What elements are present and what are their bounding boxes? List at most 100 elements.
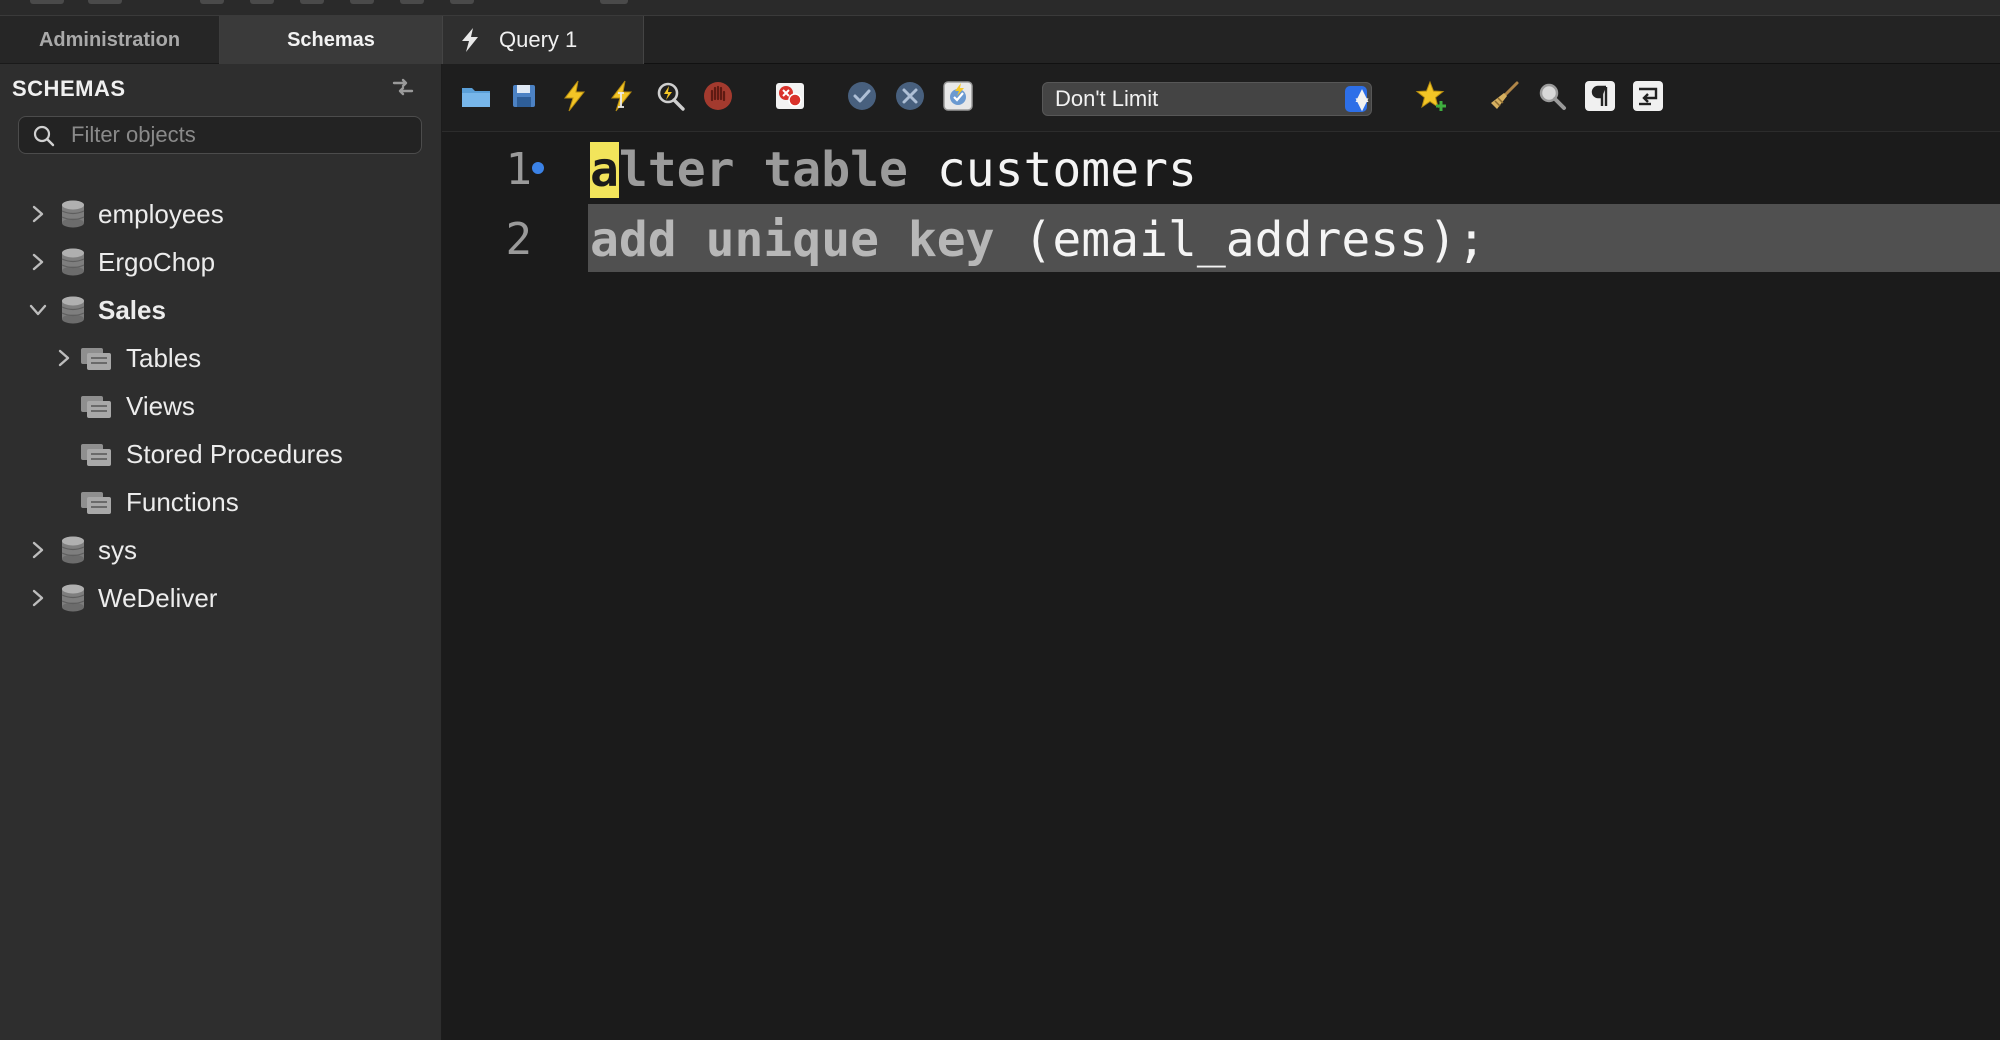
toggle-invisible-characters-button[interactable] (1582, 78, 1618, 114)
beautify-button[interactable] (1486, 78, 1522, 114)
save-icon (513, 85, 535, 107)
open-file-button[interactable] (458, 78, 494, 114)
tree-item-ergochop[interactable]: ErgoChop (28, 242, 215, 282)
navigator-sidebar: Administration Schemas SCHEMAS employees (0, 16, 442, 1040)
window-top-strip (0, 0, 2000, 16)
chevron-right-icon[interactable] (54, 348, 74, 368)
stop-on-error-icon (776, 83, 804, 109)
lightning-icon (563, 80, 586, 112)
code-line-1: alter table customers (590, 142, 1197, 198)
database-icon (61, 536, 85, 564)
code-line-2: add unique key (email_address); (590, 212, 1486, 268)
tree-item-label: sys (98, 534, 137, 565)
folder-open-icon (462, 88, 490, 107)
sidebar-tabs: Administration Schemas (0, 16, 442, 64)
search-icon (33, 125, 55, 147)
tree-item-tables[interactable]: Tables (54, 338, 201, 378)
folder-icon (81, 348, 111, 370)
ghost-toolbar-icon (600, 0, 628, 4)
limit-rows-select[interactable]: Don't Limit ▲ ▼ (1042, 82, 1373, 116)
ghost-toolbar-icon (200, 0, 224, 4)
database-icon (61, 200, 85, 228)
editor-line[interactable]: 1 alter table customers (442, 134, 2000, 202)
magnifier-lightning-icon (657, 82, 685, 111)
ghost-toolbar-icon (30, 0, 64, 4)
stop-button[interactable] (700, 78, 736, 114)
rollback-button[interactable] (892, 78, 928, 114)
folder-icon (81, 444, 111, 466)
statement-marker-icon (532, 162, 544, 174)
chevron-right-icon[interactable] (28, 540, 48, 560)
chevron-right-icon[interactable] (28, 252, 48, 272)
autocommit-toggle-button[interactable] (940, 78, 976, 114)
tab-schemas[interactable]: Schemas (220, 16, 442, 64)
tree-item-label: employees (98, 198, 224, 229)
limit-rows-value: Don't Limit (1055, 86, 1159, 111)
select-stepper-icon[interactable]: ▲ ▼ (1345, 84, 1373, 115)
execute-button[interactable] (556, 78, 592, 114)
tree-item-label: Views (126, 390, 195, 421)
word-wrap-icon (1633, 81, 1663, 111)
folder-icon (81, 396, 111, 418)
folder-icon (81, 492, 111, 514)
broom-icon (1491, 81, 1519, 109)
tree-item-label: Functions (126, 486, 239, 517)
chevron-down-icon[interactable] (28, 300, 48, 320)
filter-objects-field[interactable] (18, 116, 422, 154)
chevron-right-icon[interactable] (28, 204, 48, 224)
x-circle-icon (896, 82, 924, 110)
database-icon (61, 296, 85, 324)
line-number: 1 (505, 144, 533, 195)
ghost-toolbar-icon (450, 0, 474, 4)
tree-item-functions[interactable]: Functions (80, 482, 239, 522)
keyword-token: lter (618, 142, 735, 198)
tab-query-label: Query 1 (499, 27, 578, 52)
tree-item-label: Tables (126, 342, 202, 373)
tree-item-sales[interactable]: Sales (28, 290, 166, 330)
schemas-heading: SCHEMAS (12, 76, 126, 101)
database-icon (61, 248, 85, 276)
star-plus-icon (1415, 80, 1446, 111)
keyword-token: add unique key (590, 212, 995, 268)
editor-line[interactable]: 2 add unique key (email_address); (442, 204, 2000, 272)
tree-item-label: Stored Procedures (126, 438, 343, 469)
toggle-stop-on-error-button[interactable] (772, 78, 808, 114)
database-icon (61, 584, 85, 612)
lightning-icon (462, 28, 478, 52)
find-button[interactable] (1534, 78, 1570, 114)
sql-editor-toolbar: Don't Limit ▲ ▼ (442, 64, 2000, 132)
explain-button[interactable] (652, 78, 688, 114)
pilcrow-icon (1585, 81, 1615, 111)
lightning-cursor-icon (610, 80, 633, 112)
cursor-character: a (590, 142, 619, 198)
tab-query-1[interactable]: Query 1 (442, 16, 644, 64)
tree-item-label: ErgoChop (98, 246, 216, 277)
tree-item-employees[interactable]: employees (28, 194, 224, 234)
tree-item-label: WeDeliver (98, 582, 218, 613)
editor-tab-bar: Query 1 (442, 16, 2000, 64)
ghost-toolbar-icon (300, 0, 324, 4)
identifier-token: (email_address); (1023, 212, 1486, 268)
tab-administration[interactable]: Administration (0, 16, 220, 64)
execute-current-statement-button[interactable] (604, 78, 640, 114)
check-circle-icon (848, 82, 876, 110)
chevron-right-icon[interactable] (28, 588, 48, 608)
tree-item-views[interactable]: Views (80, 386, 195, 426)
tree-item-sys[interactable]: sys (28, 530, 137, 570)
refresh-icon[interactable] (390, 74, 416, 100)
add-snippet-button[interactable] (1414, 78, 1450, 114)
commit-button[interactable] (844, 78, 880, 114)
keyword-token: table (763, 142, 908, 198)
tree-item-label: Sales (98, 294, 166, 325)
toggle-word-wrap-button[interactable] (1630, 78, 1666, 114)
autocommit-icon (943, 81, 973, 111)
filter-objects-input[interactable] (71, 121, 411, 149)
tree-item-wedeliver[interactable]: WeDeliver (28, 578, 217, 618)
ghost-toolbar-icon (88, 0, 122, 4)
magnifier-icon (1539, 83, 1566, 110)
tree-item-stored-procedures[interactable]: Stored Procedures (80, 434, 343, 474)
sql-editor[interactable]: 1 alter table customers 2 add unique key… (442, 132, 2000, 1040)
identifier-token: customers (936, 142, 1197, 198)
ghost-toolbar-icon (350, 0, 374, 4)
save-file-button[interactable] (506, 78, 542, 114)
